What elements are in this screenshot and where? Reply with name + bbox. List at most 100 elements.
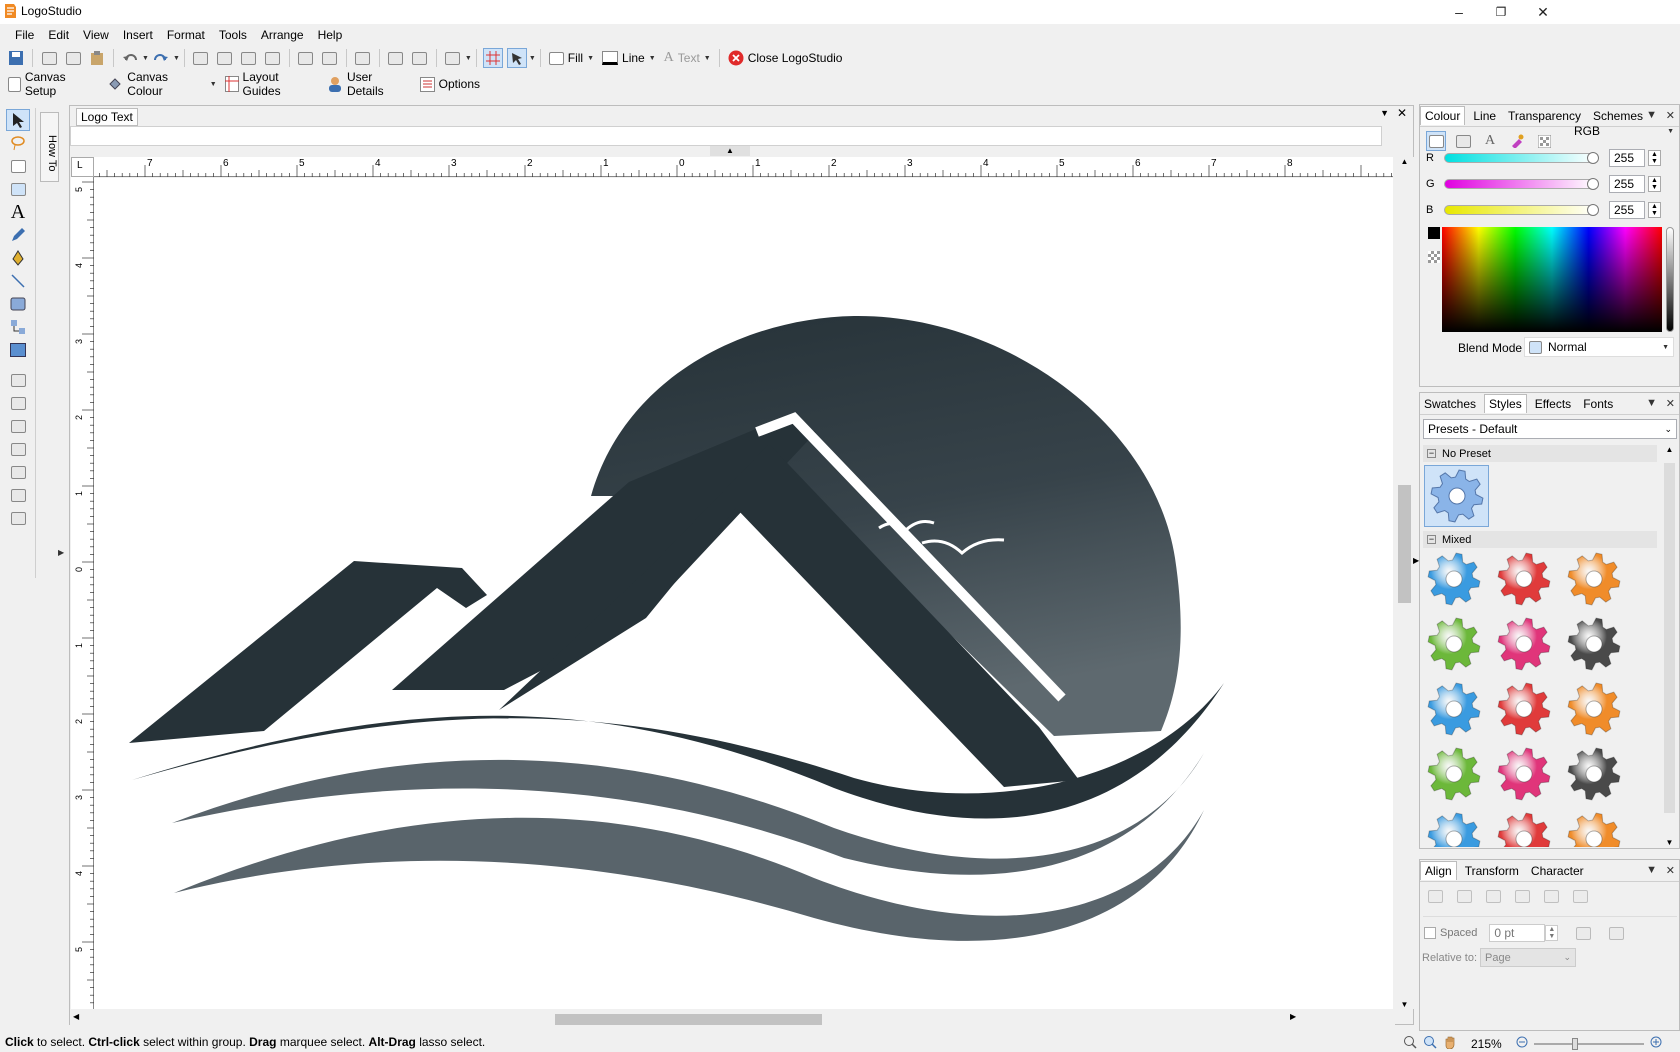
undo-dropdown-icon[interactable]: ▼ bbox=[142, 55, 149, 62]
flip-horizontal-icon[interactable] bbox=[296, 48, 316, 68]
expand-left-icon[interactable]: ▶ bbox=[58, 548, 64, 557]
options-button[interactable]: Options bbox=[416, 73, 484, 95]
gear-style-icon[interactable] bbox=[1496, 616, 1552, 672]
menu-file[interactable]: File bbox=[8, 28, 41, 42]
ungroup-icon[interactable] bbox=[263, 48, 283, 68]
doc-tab-logo-text[interactable]: Logo Text bbox=[76, 108, 138, 126]
logo-mountain-small[interactable] bbox=[129, 561, 487, 743]
snap-dropdown-icon[interactable]: ▼ bbox=[529, 55, 536, 62]
layout-guides-button[interactable]: Layout Guides bbox=[221, 70, 323, 98]
vertical-ruler[interactable]: 5 4 3 2 1 0 1 2 3 4 5 bbox=[71, 177, 94, 1009]
envelope-tool-icon[interactable] bbox=[6, 484, 30, 506]
connector-tool-icon[interactable] bbox=[6, 316, 30, 338]
brightness-slider[interactable] bbox=[1666, 227, 1674, 332]
gear-style-icon[interactable] bbox=[1496, 746, 1552, 802]
menu-edit[interactable]: Edit bbox=[41, 28, 76, 42]
gear-style-icon[interactable] bbox=[1566, 616, 1622, 672]
styles-scrollbar[interactable]: ▲ ▼ bbox=[1662, 445, 1677, 847]
gear-style-icon[interactable] bbox=[1426, 681, 1482, 737]
tab-swatches[interactable]: Swatches bbox=[1424, 397, 1476, 411]
ruler-origin[interactable]: L bbox=[71, 157, 94, 177]
colour-spectrum[interactable] bbox=[1442, 227, 1662, 332]
crop-tool-icon[interactable] bbox=[6, 369, 30, 391]
menu-insert[interactable]: Insert bbox=[116, 28, 160, 42]
cut-icon[interactable] bbox=[39, 48, 59, 68]
zoom-tool-icon[interactable] bbox=[1423, 1035, 1437, 1052]
tab-line[interactable]: Line bbox=[1473, 109, 1496, 123]
tab-effects[interactable]: Effects bbox=[1535, 397, 1571, 411]
pan-hand-icon[interactable] bbox=[1443, 1035, 1457, 1052]
snap-icon[interactable] bbox=[506, 48, 527, 68]
collapse-toolbar-icon[interactable]: ▲ bbox=[710, 146, 750, 156]
horizontal-ruler[interactable]: 7 6 5 4 3 2 1 0 1 2 3 4 5 6 7 8 bbox=[94, 157, 1393, 177]
colour-panel-menu-icon[interactable]: ▼ bbox=[1646, 109, 1657, 121]
lasso-tool-icon[interactable] bbox=[6, 132, 30, 154]
green-slider[interactable] bbox=[1444, 178, 1599, 190]
gear-style-icon[interactable] bbox=[1566, 551, 1622, 607]
shadow-tool-icon[interactable] bbox=[6, 461, 30, 483]
arrange-dropdown-icon[interactable]: ▼ bbox=[465, 55, 472, 62]
fill-button[interactable]: Fill ▼ bbox=[545, 47, 598, 69]
distribute-v-icon[interactable] bbox=[1609, 926, 1625, 940]
spaced-spinner[interactable]: ▲ ▼ bbox=[1545, 925, 1559, 941]
blue-value-input[interactable]: 255 bbox=[1609, 201, 1645, 219]
select-tool-icon[interactable] bbox=[6, 109, 30, 131]
gear-style-icon[interactable] bbox=[1566, 746, 1622, 802]
spaced-checkbox[interactable] bbox=[1424, 927, 1436, 939]
menu-help[interactable]: Help bbox=[311, 28, 350, 42]
align-left-icon[interactable] bbox=[1486, 890, 1501, 903]
green-value-input[interactable]: 255 bbox=[1609, 175, 1645, 193]
styles-panel-menu-icon[interactable]: ▼ bbox=[1646, 397, 1657, 409]
preset-select[interactable]: Presets - Default ⌄ bbox=[1423, 419, 1677, 439]
logo-mountain-left-face[interactable] bbox=[392, 418, 816, 690]
close-logostudio-button[interactable]: Close LogoStudio bbox=[724, 47, 847, 69]
zoom-fit-icon[interactable] bbox=[1403, 1035, 1417, 1052]
spacing-icon[interactable] bbox=[410, 48, 430, 68]
how-to-tab[interactable]: How To bbox=[40, 112, 59, 182]
align-center-v-icon[interactable] bbox=[1573, 890, 1588, 903]
text-tool-icon[interactable]: A bbox=[6, 201, 30, 223]
gear-style-icon[interactable] bbox=[1496, 681, 1552, 737]
doc-menu-icon[interactable]: ▼ bbox=[1380, 108, 1389, 118]
tab-transform[interactable]: Transform bbox=[1465, 864, 1519, 878]
red-spinner[interactable]: ▲ ▼ bbox=[1648, 150, 1661, 166]
rectangle-tool-icon[interactable] bbox=[6, 293, 30, 315]
blue-spinner[interactable]: ▲ ▼ bbox=[1648, 202, 1661, 218]
align-panel-menu-icon[interactable]: ▼ bbox=[1646, 864, 1657, 876]
horizontal-scrollbar[interactable]: ◀ ▶ bbox=[70, 1011, 1395, 1026]
gear-style-icon[interactable] bbox=[1566, 811, 1622, 847]
paste-icon[interactable] bbox=[87, 48, 107, 68]
colour-mode-select[interactable]: RGB ▼ bbox=[1570, 121, 1676, 141]
distribute-icon[interactable] bbox=[386, 48, 406, 68]
vertical-scroll-thumb[interactable] bbox=[1398, 485, 1411, 603]
pencil-tool-icon[interactable] bbox=[6, 224, 30, 246]
canvas-colour-button[interactable]: Canvas Colour ▼ bbox=[103, 70, 220, 98]
no-preset-style-tile[interactable] bbox=[1424, 465, 1489, 527]
copy-icon[interactable] bbox=[63, 48, 83, 68]
styles-panel-close-icon[interactable]: ✕ bbox=[1666, 397, 1675, 410]
zoom-out-icon[interactable] bbox=[1516, 1036, 1528, 1051]
tab-styles[interactable]: Styles bbox=[1484, 394, 1527, 413]
gear-style-icon[interactable] bbox=[1426, 811, 1482, 847]
align-center-h-icon[interactable] bbox=[1544, 890, 1559, 903]
blend-mode-select[interactable]: Normal ▼ bbox=[1524, 337, 1674, 357]
zoom-in-icon[interactable] bbox=[1650, 1036, 1662, 1051]
line-button[interactable]: Line ▼ bbox=[598, 47, 660, 69]
align-right-icon[interactable] bbox=[1515, 890, 1530, 903]
gear-style-icon[interactable] bbox=[1496, 811, 1552, 847]
user-details-button[interactable]: User Details bbox=[323, 70, 416, 98]
undo-icon[interactable] bbox=[120, 48, 140, 68]
text-button[interactable]: A Text ▼ bbox=[660, 47, 715, 69]
relative-to-select[interactable]: Page ⌄ bbox=[1480, 948, 1576, 967]
horizontal-scroll-thumb[interactable] bbox=[555, 1014, 822, 1025]
pen-tool-icon[interactable] bbox=[6, 247, 30, 269]
logo-text-input[interactable] bbox=[70, 126, 1382, 146]
redo-dropdown-icon[interactable]: ▼ bbox=[173, 55, 180, 62]
gear-style-icon[interactable] bbox=[1566, 681, 1622, 737]
menu-format[interactable]: Format bbox=[160, 28, 212, 42]
gear-style-icon[interactable] bbox=[1426, 551, 1482, 607]
close-button[interactable]: ✕ bbox=[1520, 0, 1566, 24]
tab-align[interactable]: Align bbox=[1420, 861, 1457, 880]
shape-frame-tool-icon[interactable] bbox=[6, 178, 30, 200]
blue-slider[interactable] bbox=[1444, 204, 1599, 216]
